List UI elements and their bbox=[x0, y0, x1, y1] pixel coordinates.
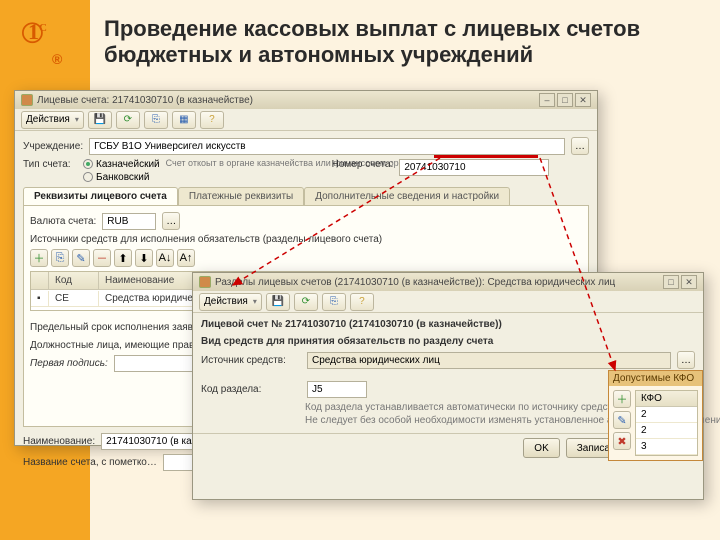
list-item[interactable]: 2 bbox=[636, 423, 697, 439]
window-icon bbox=[21, 94, 33, 106]
grid-sort-button[interactable]: A↓ bbox=[156, 249, 174, 267]
help-icon[interactable]: ? bbox=[200, 111, 224, 129]
tab-extra[interactable]: Дополнительные сведения и настройки bbox=[304, 187, 510, 205]
account-name2-label: Название счета, с пометко… bbox=[23, 457, 157, 468]
section-code-field[interactable]: J5 bbox=[307, 381, 367, 398]
sources-heading: Источники средств для исполнения обязате… bbox=[30, 234, 582, 245]
account-type-note: Счет откоыт в органе казначейства или фи… bbox=[166, 159, 326, 169]
radio-bank[interactable]: Банковский bbox=[83, 172, 160, 183]
list-item[interactable]: 3 bbox=[636, 439, 697, 455]
window-account-titlebar: Лицевые счета: 21741030710 (в казначейст… bbox=[15, 91, 597, 109]
nav-icon[interactable]: ▦ bbox=[172, 111, 196, 129]
kfo-title: Допустимые КФО bbox=[609, 371, 702, 386]
type-funds-heading: Вид средств для принятия обязательств по… bbox=[201, 336, 695, 347]
currency-label: Валюта счета: bbox=[30, 216, 96, 227]
section-note1: Код раздела устанавливается автоматическ… bbox=[305, 402, 605, 415]
copy-icon[interactable]: ⎘ bbox=[322, 293, 346, 311]
toolbar: Действия 💾 ⟳ ⎘ ▦ ? bbox=[15, 109, 597, 131]
grid-col-code[interactable]: Код bbox=[49, 272, 99, 289]
kfo-del-button[interactable]: ✖ bbox=[613, 432, 631, 450]
refresh-icon[interactable]: ⟳ bbox=[116, 111, 140, 129]
grid-up-button[interactable]: ⬆ bbox=[114, 249, 132, 267]
section-code-label: Код раздела: bbox=[201, 384, 301, 395]
kfo-grid: КФО 2 2 3 bbox=[635, 390, 698, 456]
currency-field[interactable]: RUB bbox=[102, 213, 156, 230]
account-no-field[interactable]: 20741030710 bbox=[399, 159, 549, 176]
pick-src-button[interactable]: … bbox=[677, 351, 695, 369]
tab-payment[interactable]: Платежные реквизиты bbox=[178, 187, 304, 205]
grid-del-button[interactable]: － bbox=[93, 249, 111, 267]
maximize-button[interactable]: □ bbox=[663, 275, 679, 289]
section-heading: Лицевой счет № 21741030710 (21741030710 … bbox=[201, 319, 695, 330]
kfo-col[interactable]: КФО bbox=[636, 391, 697, 407]
account-type-label: Тип счета: bbox=[23, 159, 77, 170]
grid-add-button[interactable]: ＋ bbox=[30, 249, 48, 267]
maximize-button[interactable]: □ bbox=[557, 93, 573, 107]
grid-copy-button[interactable]: ⎘ bbox=[51, 249, 69, 267]
window-title-text: Лицевые счета: 21741030710 (в казначейст… bbox=[37, 95, 253, 106]
window-section-titlebar: Разделы лицевых счетов (21741030710 (в к… bbox=[193, 273, 703, 291]
minimize-button[interactable]: – bbox=[539, 93, 555, 107]
highlight-account-number bbox=[434, 155, 538, 158]
institution-label: Учреждение: bbox=[23, 141, 83, 152]
kfo-panel: Допустимые КФО ＋ ✎ ✖ КФО 2 2 3 bbox=[608, 370, 703, 461]
cell-code: СЕ bbox=[49, 291, 99, 307]
account-no-label: Номер счета: bbox=[332, 159, 394, 170]
src-label: Источник средств: bbox=[201, 355, 301, 366]
actions-menu[interactable]: Действия bbox=[199, 293, 262, 311]
refresh-icon[interactable]: ⟳ bbox=[294, 293, 318, 311]
list-item[interactable]: 2 bbox=[636, 407, 697, 423]
save-icon[interactable]: 💾 bbox=[88, 111, 112, 129]
ok-button[interactable]: OK bbox=[523, 438, 559, 458]
radio-treasury[interactable]: Казначейский bbox=[83, 159, 160, 170]
window-icon bbox=[199, 276, 211, 288]
grid-sort2-button[interactable]: A↑ bbox=[177, 249, 195, 267]
kfo-add-button[interactable]: ＋ bbox=[613, 390, 631, 408]
help-icon[interactable]: ? bbox=[350, 293, 374, 311]
page-title: Проведение кассовых выплат с лицевых сче… bbox=[104, 16, 694, 68]
section-note2: Не следует без особой необходимости изме… bbox=[305, 415, 605, 428]
copy-icon[interactable]: ⎘ bbox=[144, 111, 168, 129]
window-section-title-text: Разделы лицевых счетов (21741030710 (в к… bbox=[215, 277, 615, 288]
institution-field[interactable]: ГСБУ В1О Универсигел искусств bbox=[89, 138, 565, 155]
account-name-label: Наименование: bbox=[23, 436, 95, 447]
tab-requisites[interactable]: Реквизиты лицевого счета bbox=[23, 187, 178, 205]
pick-institution-button[interactable]: … bbox=[571, 137, 589, 155]
save-icon[interactable]: 💾 bbox=[266, 293, 290, 311]
kfo-edit-button[interactable]: ✎ bbox=[613, 411, 631, 429]
close-button[interactable]: ✕ bbox=[681, 275, 697, 289]
actions-menu[interactable]: Действия bbox=[21, 111, 84, 129]
grid-down-button[interactable]: ⬇ bbox=[135, 249, 153, 267]
close-button[interactable]: ✕ bbox=[575, 93, 591, 107]
src-field[interactable]: Средства юридических лиц bbox=[307, 352, 671, 369]
pick-currency-button[interactable]: … bbox=[162, 212, 180, 230]
grid-edit-button[interactable]: ✎ bbox=[72, 249, 90, 267]
sign1-label: Первая подпись: bbox=[30, 358, 108, 369]
